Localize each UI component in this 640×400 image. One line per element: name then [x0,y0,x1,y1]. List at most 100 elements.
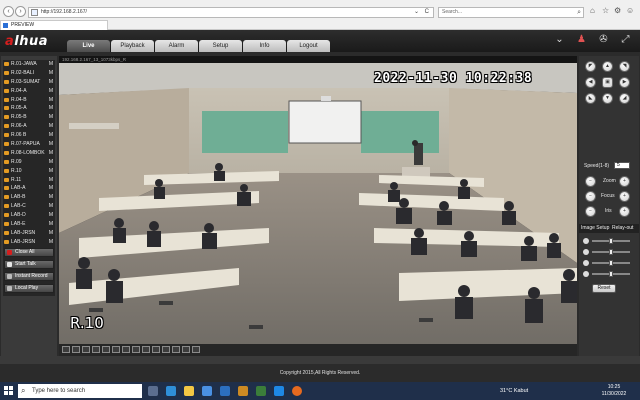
focus-near-button[interactable]: − [585,191,596,202]
chrome-icon[interactable] [256,386,266,396]
tab-preview[interactable]: PREVIEW [0,20,108,30]
local-play-button[interactable]: Local Play [4,284,54,293]
zoom-icon[interactable] [172,346,180,353]
gear-icon[interactable]: ⚙ [614,6,621,15]
stream-main-icon[interactable] [132,346,140,353]
forward-button[interactable]: › [15,6,26,17]
slider-track[interactable] [592,249,630,255]
camera-list-item[interactable]: LAB-JRSN M [3,238,55,247]
camera-list-item[interactable]: LAB-E M [3,220,55,229]
firefox-icon[interactable] [292,386,302,396]
slider-knob[interactable] [609,238,613,244]
layout-16-icon[interactable] [92,346,100,353]
menu-info[interactable]: Info [243,40,286,52]
camera-list-item[interactable]: R.06 B M [3,131,55,140]
camera-stream-flag[interactable]: M [49,211,53,220]
camera-stream-flag[interactable]: M [49,229,53,238]
camera-list-item[interactable]: R.11 M [3,176,55,185]
camera-list-item[interactable]: LAB-A M [3,184,55,193]
menu-playback[interactable]: Playback [111,40,154,52]
browser-search-input[interactable]: Search... ⌕ [438,7,584,18]
app-icon[interactable] [238,386,248,396]
windows-start-icon[interactable] [4,386,14,396]
instant-record-button[interactable]: Instant Record [4,272,54,281]
home-icon[interactable]: ⌂ [590,6,595,15]
address-bar[interactable]: http://192.168.2.167/ ⌄ C [28,7,434,18]
zoom-in-button[interactable]: + [619,176,630,187]
stream-sub-icon[interactable] [142,346,150,353]
ptz-down-right-button[interactable]: ◢ [619,93,630,104]
camera-list-item[interactable]: R.05-B M [3,113,55,122]
search-icon[interactable]: ⌕ [577,8,581,17]
camera-list-item[interactable]: R.03-SUMAT M [3,78,55,87]
camera-list-item[interactable]: R.08-LOMBOK M [3,149,55,158]
taskbar-search-input[interactable]: ⌕ Type here to search [18,384,142,398]
focus-far-button[interactable]: + [619,191,630,202]
reset-button[interactable]: Reset [592,284,616,293]
camera-stream-flag[interactable]: M [49,69,53,78]
camera-stream-flag[interactable]: M [49,122,53,131]
camera-stream-flag[interactable]: M [49,220,53,229]
camera-list-item[interactable]: R.05-A M [3,104,55,113]
store-icon[interactable] [202,386,212,396]
taskbar-clock[interactable]: 10:25 11/30/2022 [596,384,632,398]
slider-knob[interactable] [609,271,613,277]
user-icon[interactable]: ♟ [575,33,588,46]
camera-stream-flag[interactable]: M [49,113,53,122]
layout-4-icon[interactable] [72,346,80,353]
camera-icon[interactable]: ✇ [597,33,610,46]
ptz-down-button[interactable]: ▼ [602,93,613,104]
hue-slider[interactable] [583,271,635,277]
camera-stream-flag[interactable]: M [49,202,53,211]
camera-stream-flag[interactable]: M [49,238,53,247]
star-icon[interactable]: ☆ [602,6,609,15]
back-button[interactable]: ‹ [3,6,14,17]
zoom-out-button[interactable]: − [585,176,596,187]
camera-list-item[interactable]: LAB-B M [3,193,55,202]
address-controls[interactable]: ⌄ C [414,8,431,17]
camera-stream-flag[interactable]: M [49,96,53,105]
mail-icon[interactable] [220,386,230,396]
relay-out-tab[interactable]: Relay-out [612,224,633,233]
layout-25-icon[interactable] [102,346,110,353]
fullscreen-video-icon[interactable] [192,346,200,353]
camera-stream-flag[interactable]: M [49,60,53,69]
ptz-down-left-button[interactable]: ◣ [585,93,596,104]
menu-setup[interactable]: Setup [199,40,242,52]
menu-alarm[interactable]: Alarm [155,40,198,52]
camera-list-item[interactable]: R.10 M [3,167,55,176]
camera-list-item[interactable]: R.07-PAPUA M [3,140,55,149]
close-all-button[interactable]: Close All [4,248,54,257]
menu-live[interactable]: Live [67,40,110,52]
ptz-up-right-button[interactable]: ◥ [619,61,630,72]
camera-stream-flag[interactable]: M [49,87,53,96]
start-talk-button[interactable]: Start Talk [4,260,54,269]
contrast-slider[interactable] [583,249,635,255]
brightness-slider[interactable] [583,238,635,244]
camera-stream-flag[interactable]: M [49,176,53,185]
ptz-up-left-button[interactable]: ◤ [585,61,596,72]
camera-list-item[interactable]: LAB-C M [3,202,55,211]
edge-icon[interactable] [166,386,176,396]
fullscreen-icon[interactable]: ⤢ [619,33,632,46]
camera-list-item[interactable]: LAB-D M [3,211,55,220]
layout-1-icon[interactable] [62,346,70,353]
camera-stream-flag[interactable]: M [49,78,53,87]
ptz-up-button[interactable]: ▲ [602,61,613,72]
camera-stream-flag[interactable]: M [49,149,53,158]
image-setup-tab[interactable]: Image Setup [581,224,609,233]
camera-list-item[interactable]: R.02-BALI M [3,69,55,78]
record-toggle-icon[interactable] [162,346,170,353]
camera-list-item[interactable]: R.06-A M [3,122,55,131]
weather-tray[interactable]: 31°C Kabut [500,382,528,400]
camera-list-item[interactable]: R.04-A M [3,87,55,96]
slider-track[interactable] [592,271,630,277]
camera-list-item[interactable]: LAB-JRSN M [3,229,55,238]
snapshot-icon[interactable] [152,346,160,353]
ie-icon[interactable] [274,386,284,396]
slider-track[interactable] [592,238,630,244]
ptz-left-button[interactable]: ◀ [585,77,596,88]
camera-stream-flag[interactable]: M [49,193,53,202]
camera-stream-flag[interactable]: M [49,104,53,113]
ptz-center-button[interactable]: ▣ [602,77,613,88]
